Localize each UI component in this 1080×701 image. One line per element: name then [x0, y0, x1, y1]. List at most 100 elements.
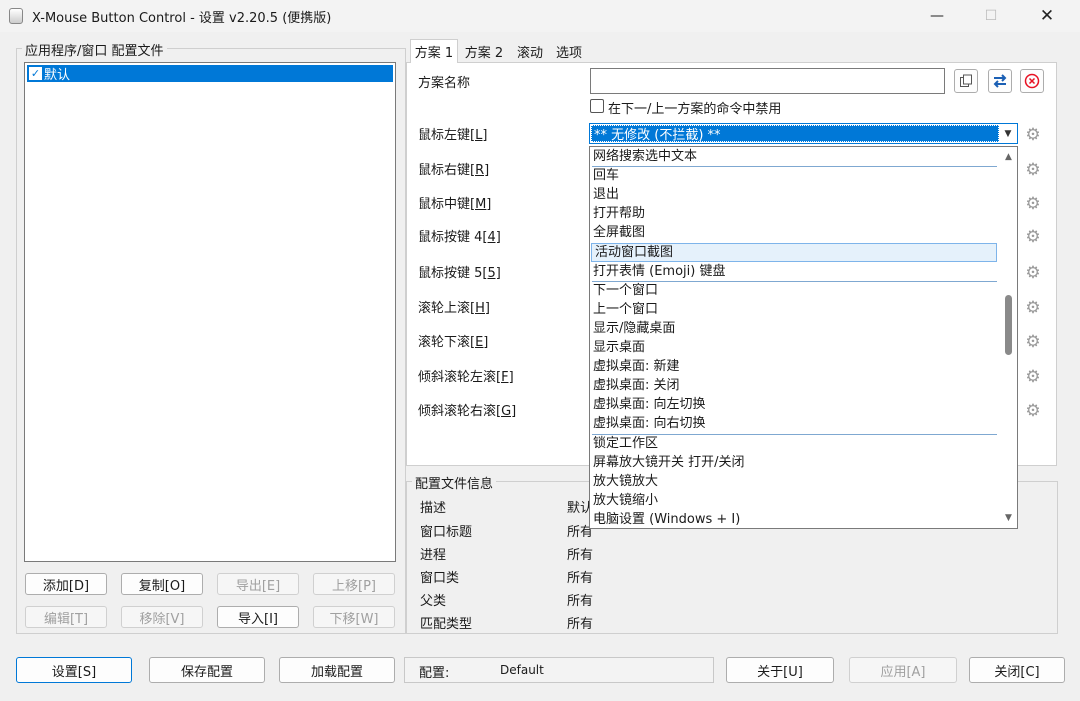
info-label: 描述: [420, 501, 447, 516]
profiles-list[interactable]: ✓ 默认: [24, 62, 396, 562]
scrollbar-thumb[interactable]: [1005, 295, 1012, 355]
minimize-button[interactable]: —: [914, 0, 960, 32]
copy-icon: [960, 74, 972, 87]
settings-button[interactable]: 设置[S]: [16, 657, 132, 683]
gear-icon[interactable]: ⚙: [1022, 262, 1044, 284]
chevron-down-icon[interactable]: ▼: [999, 124, 1017, 143]
tab-layer-1[interactable]: 方案 1: [410, 39, 458, 63]
config-label: 配置:: [419, 666, 450, 681]
row-hotkey: [F]: [496, 370, 514, 385]
row-label-tilt-right: 倾斜滚轮右滚[G]: [418, 400, 516, 419]
info-value: 所有: [567, 617, 594, 632]
tab-layer-2[interactable]: 方案 2: [460, 40, 508, 62]
row-text: 鼠标按键 4: [418, 230, 483, 245]
dropdown-item[interactable]: 打开表情 (Emoji) 键盘: [590, 262, 1000, 281]
profile-info-group-label: 配置文件信息: [412, 473, 497, 492]
close-window-button[interactable]: ✕: [1024, 0, 1070, 32]
row-hotkey: [L]: [470, 128, 488, 143]
dropdown-item[interactable]: 显示桌面: [590, 338, 1000, 357]
dropdown-item[interactable]: 锁定工作区: [590, 434, 1000, 453]
info-label: 窗口类: [420, 571, 460, 586]
dropdown-scrollbar[interactable]: ▲ ▼: [1000, 147, 1017, 528]
check-icon[interactable]: ✓: [29, 67, 42, 80]
layer-name-input[interactable]: [590, 68, 945, 94]
row-label-tilt-left: 倾斜滚轮左滚[F]: [418, 366, 514, 385]
import-button[interactable]: 导入[I]: [217, 606, 299, 628]
info-label: 匹配类型: [420, 617, 473, 632]
row-label-right-button: 鼠标右键[R]: [418, 159, 489, 178]
left-button-action-combo[interactable]: ** 无修改 (不拦截) ** ▼: [589, 123, 1018, 144]
dropdown-item[interactable]: 虚拟桌面: 向右切换: [590, 414, 1000, 433]
dropdown-item[interactable]: 虚拟桌面: 关闭: [590, 376, 1000, 395]
gear-icon[interactable]: ⚙: [1022, 226, 1044, 248]
tab-options[interactable]: 选项: [551, 40, 587, 62]
dropdown-item[interactable]: 网络搜索选中文本: [590, 147, 1000, 166]
gear-icon[interactable]: ⚙: [1022, 124, 1044, 146]
row-hotkey: [E]: [470, 335, 489, 350]
dropdown-item[interactable]: 下一个窗口: [590, 281, 1000, 300]
scroll-down-arrow-icon[interactable]: ▼: [1000, 510, 1017, 526]
dropdown-item[interactable]: 回车: [590, 166, 1000, 185]
row-text: 鼠标左键: [418, 128, 471, 143]
dropdown-item[interactable]: 放大镜放大: [590, 472, 1000, 491]
dropdown-item[interactable]: 显示/隐藏桌面: [590, 319, 1000, 338]
about-button[interactable]: 关于[U]: [726, 657, 834, 683]
move-up-button[interactable]: 上移[P]: [313, 573, 395, 595]
window-title: X-Mouse Button Control - 设置 v2.20.5 (便携版…: [32, 11, 332, 26]
tab-joint: [411, 61, 457, 63]
gear-icon[interactable]: ⚙: [1022, 159, 1044, 181]
dropdown-item[interactable]: 退出: [590, 185, 1000, 204]
tab-scrolling[interactable]: 滚动: [510, 40, 550, 62]
row-label-middle-button: 鼠标中键[M]: [418, 193, 491, 212]
edit-button[interactable]: 编辑[T]: [25, 606, 107, 628]
copy-button[interactable]: 复制[O]: [121, 573, 203, 595]
save-config-button[interactable]: 保存配置: [149, 657, 265, 683]
dropdown-item[interactable]: 虚拟桌面: 向左切换: [590, 395, 1000, 414]
gear-icon[interactable]: ⚙: [1022, 331, 1044, 353]
close-button[interactable]: 关闭[C]: [969, 657, 1065, 683]
info-value: 所有: [567, 548, 594, 563]
gear-icon[interactable]: ⚙: [1022, 366, 1044, 388]
clear-icon: [1024, 73, 1040, 89]
dropdown-item[interactable]: 全屏截图: [590, 223, 1000, 242]
row-text: 滚轮上滚: [418, 301, 471, 316]
move-down-button[interactable]: 下移[W]: [313, 606, 395, 628]
apply-button[interactable]: 应用[A]: [849, 657, 957, 683]
load-config-button[interactable]: 加载配置: [279, 657, 395, 683]
info-value: 所有: [567, 571, 594, 586]
dropdown-item[interactable]: 上一个窗口: [590, 300, 1000, 319]
dropdown-item[interactable]: 打开帮助: [590, 204, 1000, 223]
remove-button[interactable]: 移除[V]: [121, 606, 203, 628]
dropdown-item[interactable]: 虚拟桌面: 新建: [590, 357, 1000, 376]
row-hotkey: [G]: [496, 404, 517, 419]
info-label: 窗口标题: [420, 525, 473, 540]
disable-checkbox-label: 在下一/上一方案的命令中禁用: [608, 102, 782, 117]
row-text: 倾斜滚轮左滚: [418, 370, 497, 385]
action-dropdown-list[interactable]: 网络搜索选中文本 回车 退出 打开帮助 全屏截图 活动窗口截图 打开表情 (Em…: [589, 146, 1018, 529]
row-hotkey: [5]: [482, 266, 501, 281]
gear-icon[interactable]: ⚙: [1022, 400, 1044, 422]
scroll-up-arrow-icon[interactable]: ▲: [1000, 149, 1017, 165]
list-item[interactable]: ✓ 默认: [27, 65, 393, 83]
row-label-left-button: 鼠标左键[L]: [418, 124, 487, 143]
dropdown-item[interactable]: 放大镜缩小: [590, 491, 1000, 510]
row-label-button-4: 鼠标按键 4[4]: [418, 226, 501, 245]
export-button[interactable]: 导出[E]: [217, 573, 299, 595]
row-text: 鼠标中键: [418, 197, 471, 212]
profiles-group-label: 应用程序/窗口 配置文件: [22, 40, 167, 59]
dropdown-item-highlighted[interactable]: 活动窗口截图: [591, 243, 997, 262]
config-value: Default: [500, 663, 544, 677]
row-label-wheel-up: 滚轮上滚[H]: [418, 297, 490, 316]
clear-layer-button[interactable]: [1020, 69, 1044, 93]
gear-icon[interactable]: ⚙: [1022, 297, 1044, 319]
gear-icon[interactable]: ⚙: [1022, 193, 1044, 215]
profile-label: 默认: [44, 68, 71, 83]
add-button[interactable]: 添加[D]: [25, 573, 107, 595]
disable-checkbox[interactable]: [590, 99, 604, 113]
info-label: 进程: [420, 548, 447, 563]
row-hotkey: [4]: [482, 230, 501, 245]
dropdown-item[interactable]: 电脑设置 (Windows + I): [590, 510, 1000, 528]
copy-layer-button[interactable]: [954, 69, 978, 93]
swap-layer-button[interactable]: [988, 69, 1012, 93]
dropdown-item[interactable]: 屏幕放大镜开关 打开/关闭: [590, 453, 1000, 472]
